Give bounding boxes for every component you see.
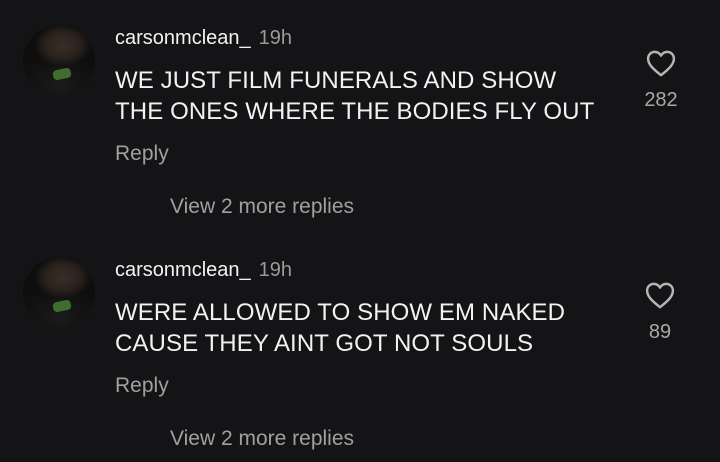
comment-line: WE JUST FILM FUNERALS AND SHOW bbox=[115, 67, 557, 94]
avatar[interactable] bbox=[23, 25, 95, 97]
timestamp: 19h bbox=[258, 27, 292, 49]
view-more-replies-button[interactable]: View 2 more replies bbox=[170, 427, 354, 451]
like-count: 89 bbox=[648, 321, 672, 343]
comment-line: CAUSE THEY AINT GOT NOT SOULS bbox=[115, 330, 534, 357]
like-control: 282 bbox=[631, 50, 691, 112]
heart-icon[interactable] bbox=[645, 282, 675, 309]
username[interactable]: carsonmclean_ bbox=[115, 27, 251, 49]
reply-button[interactable]: Reply bbox=[115, 374, 169, 398]
comment-text: WE JUST FILM FUNERALS AND SHOW THE ONES … bbox=[115, 65, 594, 127]
comment-text: WERE ALLOWED TO SHOW EM NAKED CAUSE THEY… bbox=[115, 297, 565, 359]
view-more-replies-button[interactable]: View 2 more replies bbox=[170, 195, 354, 219]
comment-line: THE ONES WHERE THE BODIES FLY OUT bbox=[115, 98, 595, 125]
comment-meta: carsonmclean_ 19h bbox=[115, 27, 292, 50]
like-control: 89 bbox=[630, 282, 690, 344]
avatar[interactable] bbox=[23, 257, 95, 329]
username[interactable]: carsonmclean_ bbox=[115, 259, 251, 281]
heart-icon[interactable] bbox=[646, 50, 676, 77]
reply-button[interactable]: Reply bbox=[115, 142, 169, 166]
like-count: 282 bbox=[644, 89, 678, 111]
comment-meta: carsonmclean_ 19h bbox=[115, 259, 292, 282]
comment-line: WERE ALLOWED TO SHOW EM NAKED bbox=[115, 299, 566, 326]
timestamp: 19h bbox=[258, 259, 292, 281]
